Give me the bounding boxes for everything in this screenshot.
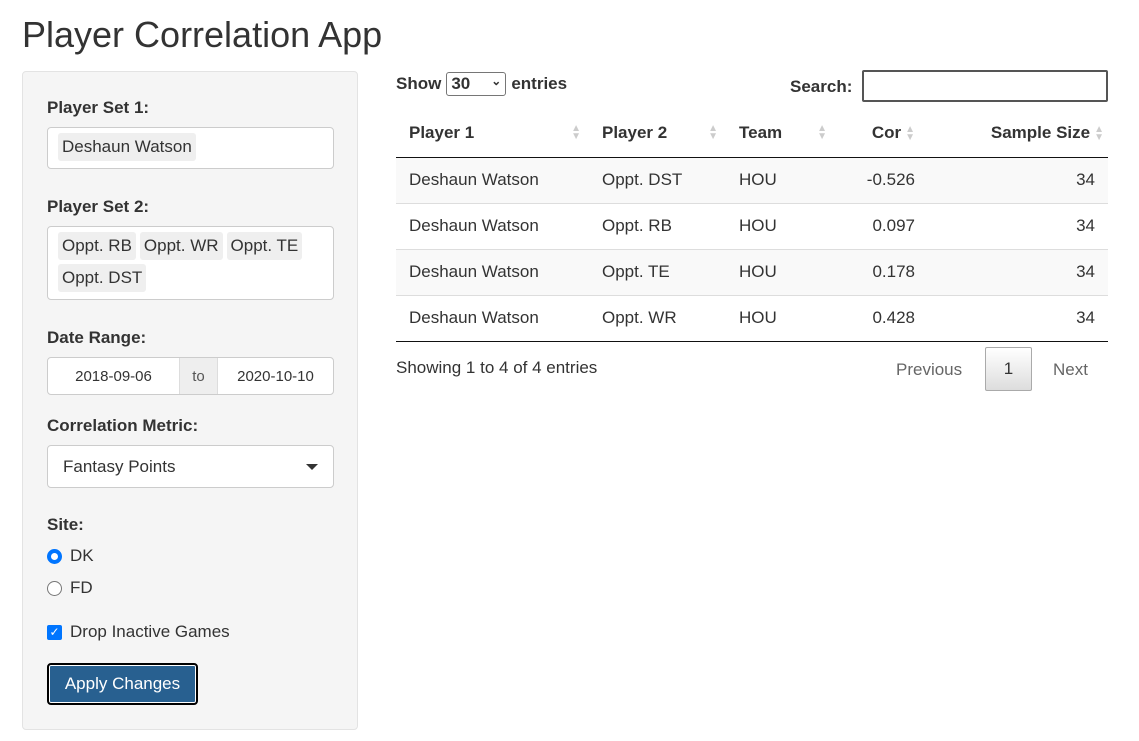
radio-unchecked-icon[interactable] (47, 580, 62, 596)
page-1-button[interactable]: 1 (985, 347, 1032, 391)
table-info: Showing 1 to 4 of 4 entries (396, 358, 598, 377)
site-radio-dk[interactable]: DK (47, 546, 94, 566)
site-label: Site: (47, 515, 84, 534)
correlation-table: Player 1 ▲ ▼ Player 2 ▲ ▼ Team ▲ ▼ Cor ▲ ▼ Sampl… (396, 110, 1108, 342)
column-header-player-1[interactable]: Player 1 ▲ ▼ (396, 110, 589, 158)
entries-select[interactable]: 30 ⌄ (446, 72, 507, 96)
table-cell: 0.097 (835, 202, 928, 249)
table-cell: Deshaun Watson (396, 202, 589, 249)
table-cell: Oppt. RB (589, 202, 726, 249)
entries-label: entries (511, 74, 568, 93)
column-header-player-2[interactable]: Player 2 ▲ ▼ (589, 110, 726, 158)
table-cell: Oppt. TE (589, 248, 726, 295)
table-cell: -0.526 (835, 156, 928, 203)
show-label: Show (396, 74, 442, 93)
player-set-1-input[interactable]: Deshaun Watson (47, 127, 334, 169)
next-button[interactable]: Next (1053, 360, 1088, 380)
table-cell: 0.428 (835, 294, 928, 342)
player-set-1-label: Player Set 1: (47, 98, 150, 117)
table-cell: 34 (928, 248, 1108, 295)
page-title: Player Correlation App (22, 14, 383, 55)
start-date-input[interactable]: 2018-09-06 (48, 358, 179, 394)
metric-label: Correlation Metric: (47, 416, 199, 435)
table-cell: 34 (928, 294, 1108, 342)
player-set-2-label: Player Set 2: (47, 197, 150, 216)
search-label: Search: (790, 77, 853, 96)
chevron-down-icon: ⌄ (491, 74, 502, 88)
selected-chip[interactable]: Oppt. DST (58, 264, 147, 292)
radio-label: FD (70, 578, 93, 597)
selected-chip[interactable]: Oppt. WR (139, 232, 223, 260)
table-cell: Deshaun Watson (396, 294, 589, 342)
table-row: Deshaun Watson Oppt. DST HOU -0.526 34 (396, 156, 1108, 203)
table-cell: Oppt. DST (589, 156, 726, 203)
table-cell: HOU (726, 248, 835, 295)
radio-checked-icon[interactable] (47, 548, 62, 564)
sidebar-panel: Player Set 1: Deshaun Watson Player Set … (22, 71, 358, 730)
sort-icon: ▲ ▼ (1094, 123, 1104, 143)
metric-select[interactable]: Fantasy Points (47, 445, 334, 488)
caret-down-icon (306, 463, 318, 470)
table-cell: HOU (726, 156, 835, 203)
date-range-input: 2018-09-06 to 2020-10-10 (47, 357, 334, 395)
sort-icon: ▲ ▼ (817, 123, 827, 142)
drop-inactive-checkbox[interactable]: ✓ Drop Inactive Games (47, 622, 230, 642)
sort-icon: ▲ ▼ (571, 123, 581, 142)
selected-chip[interactable]: Deshaun Watson (58, 133, 196, 161)
end-date-input[interactable]: 2020-10-10 (218, 358, 333, 394)
table-cell: 34 (928, 202, 1108, 249)
selected-chip[interactable]: Oppt. RB (58, 232, 136, 260)
column-header-team[interactable]: Team ▲ ▼ (726, 110, 835, 158)
table-row: Deshaun Watson Oppt. TE HOU 0.178 34 (396, 248, 1108, 295)
table-cell: 34 (928, 156, 1108, 203)
table-row: Deshaun Watson Oppt. WR HOU 0.428 34 (396, 294, 1108, 342)
entries-length-control: Show 30 ⌄ entries (396, 72, 567, 96)
search-input[interactable] (862, 70, 1108, 102)
table-cell: HOU (726, 202, 835, 249)
previous-button[interactable]: Previous (896, 360, 962, 380)
checkbox-label: Drop Inactive Games (70, 622, 230, 641)
site-radio-fd[interactable]: FD (47, 578, 93, 598)
entries-value: 30 (451, 74, 471, 93)
radio-label: DK (70, 546, 94, 565)
table-cell: HOU (726, 294, 835, 342)
table-cell: Deshaun Watson (396, 248, 589, 295)
table-row: Deshaun Watson Oppt. RB HOU 0.097 34 (396, 202, 1108, 249)
date-separator: to (179, 358, 218, 394)
date-range-label: Date Range: (47, 328, 147, 347)
apply-changes-button[interactable]: Apply Changes (47, 663, 198, 705)
player-set-2-input[interactable]: Oppt. RB Oppt. WR Oppt. TE Oppt. DST (47, 226, 334, 300)
sort-icon: ▲ ▼ (708, 123, 718, 142)
column-header-sample-size[interactable]: Sample Size ▲ ▼ (928, 110, 1108, 158)
table-cell: Oppt. WR (589, 294, 726, 342)
metric-value: Fantasy Points (63, 456, 176, 476)
selected-chip[interactable]: Oppt. TE (226, 232, 303, 260)
table-cell: Deshaun Watson (396, 156, 589, 203)
table-cell: 0.178 (835, 248, 928, 295)
sort-icon: ▲ ▼ (905, 123, 915, 143)
column-header-cor[interactable]: Cor ▲ ▼ (835, 110, 928, 158)
checkbox-checked-icon[interactable]: ✓ (47, 624, 62, 640)
